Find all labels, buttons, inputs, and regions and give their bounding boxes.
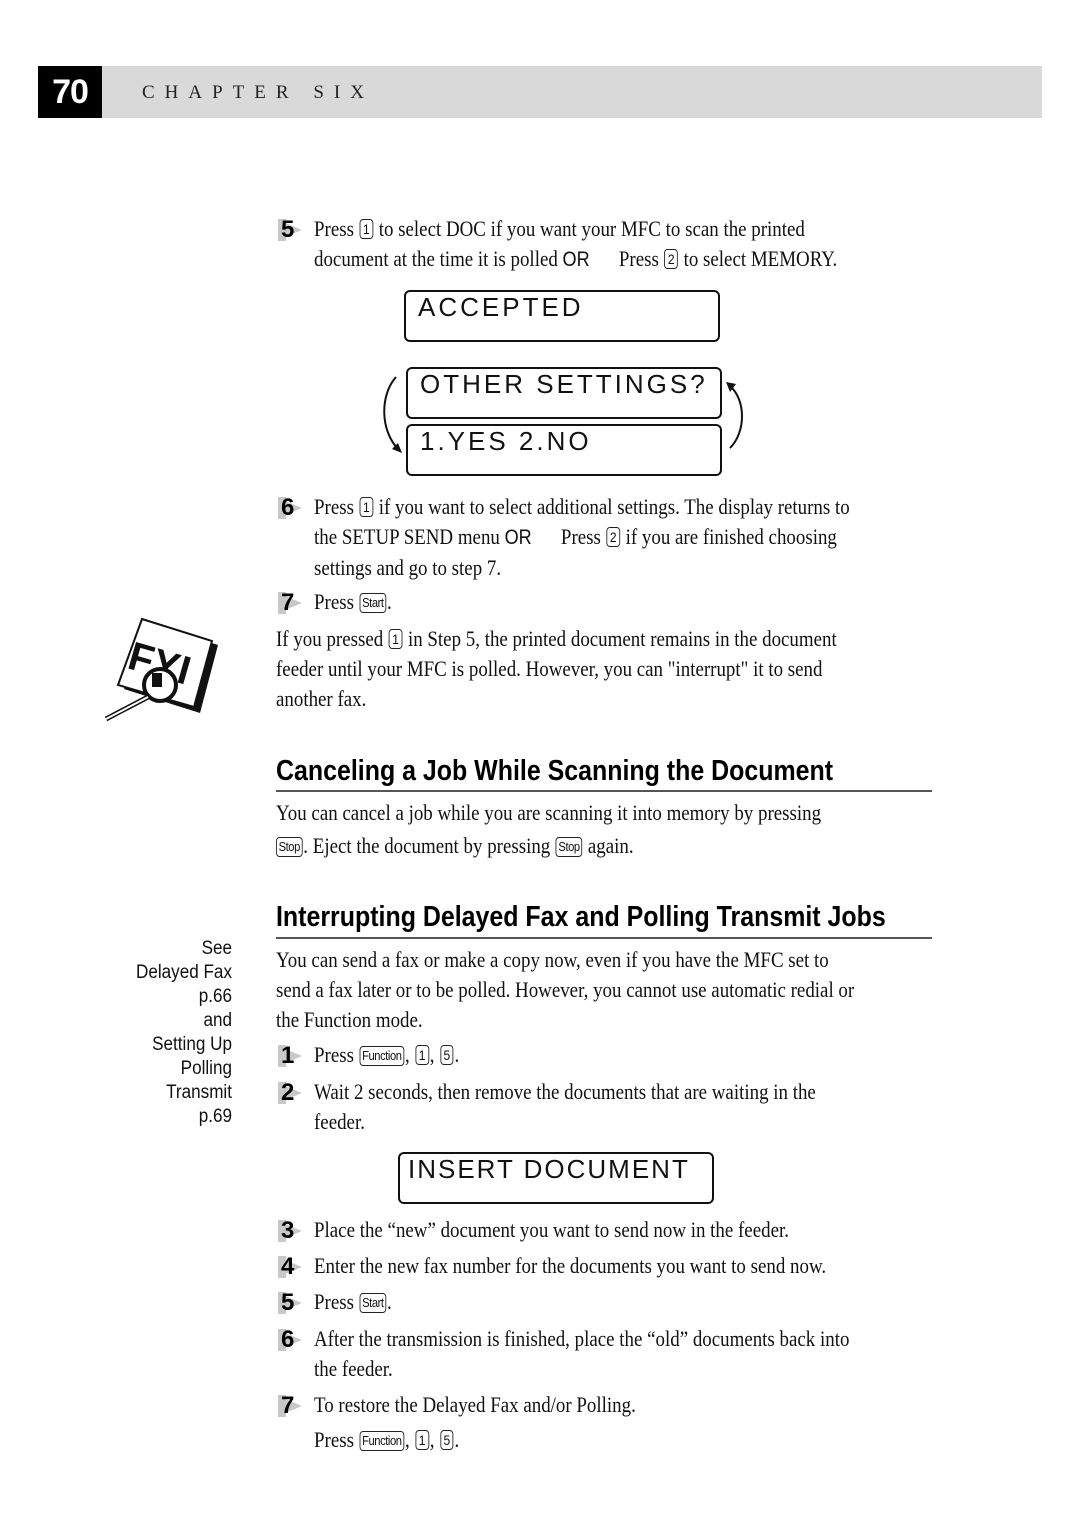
lcd-display-other-settings: OTHER SETTINGS? bbox=[406, 367, 722, 419]
page-number: 70 bbox=[38, 66, 102, 118]
key-1: 1 bbox=[359, 497, 374, 517]
link-delayed-fax: Delayed Fax bbox=[135, 962, 232, 983]
or-label: OR bbox=[562, 248, 590, 271]
key-start: Start bbox=[359, 593, 387, 613]
canceling-paragraph: You can cancel a job while you are scann… bbox=[276, 800, 822, 858]
heading-rule bbox=[276, 790, 932, 792]
cycle-arrow-left-icon bbox=[383, 376, 402, 453]
key-1: 1 bbox=[388, 629, 403, 649]
step-number-badge: 2 bbox=[276, 1077, 310, 1107]
step-number-badge: 3 bbox=[276, 1215, 310, 1245]
key-start: Start bbox=[359, 1293, 387, 1313]
or-label: OR bbox=[504, 526, 532, 549]
heading-rule bbox=[276, 937, 932, 939]
key-function: Function bbox=[359, 1431, 405, 1451]
key-stop: Stop bbox=[555, 837, 583, 857]
lcd-display-accepted: ACCEPTED bbox=[404, 290, 720, 342]
step-number-badge: 6 bbox=[276, 492, 310, 522]
step-number-badge: 4 bbox=[276, 1251, 310, 1281]
key-5: 5 bbox=[440, 1430, 454, 1450]
cycle-arrow-right-icon bbox=[726, 382, 743, 449]
key-1: 1 bbox=[415, 1430, 429, 1450]
section-heading-canceling: Canceling a Job While Scanning the Docum… bbox=[276, 755, 834, 787]
step-number-badge: 5 bbox=[276, 214, 310, 244]
key-2: 2 bbox=[606, 527, 621, 547]
fyi-note: If you pressed 1 in Step 5, the printed … bbox=[276, 626, 837, 711]
step-number-badge: 7 bbox=[276, 1390, 310, 1420]
key-1: 1 bbox=[415, 1045, 429, 1065]
lcd-display-insert-document: INSERT DOCUMENT bbox=[398, 1152, 714, 1204]
cross-reference-sidenote: See Delayed Fax p.66 and Setting Up Poll… bbox=[100, 937, 232, 1129]
step-number-badge: 5 bbox=[276, 1287, 310, 1317]
step-number-badge: 1 bbox=[276, 1040, 310, 1070]
key-5: 5 bbox=[440, 1045, 454, 1065]
fyi-magnifier-icon: FYI bbox=[104, 617, 218, 722]
section-heading-interrupting: Interrupting Delayed Fax and Polling Tra… bbox=[276, 901, 886, 933]
chapter-title: CHAPTER SIX bbox=[142, 82, 374, 103]
key-stop: Stop bbox=[276, 837, 303, 857]
interrupting-intro: You can send a fax or make a copy now, e… bbox=[276, 947, 855, 1032]
key-1: 1 bbox=[359, 219, 374, 239]
key-function: Function bbox=[359, 1046, 405, 1066]
link-setting-up-polling: Setting Up bbox=[152, 1034, 232, 1055]
lcd-display-yes-no: 1.YES 2.NO bbox=[406, 424, 722, 476]
key-2: 2 bbox=[664, 249, 678, 269]
step-number-badge: 7 bbox=[276, 587, 310, 617]
step-number-badge: 6 bbox=[276, 1324, 310, 1354]
